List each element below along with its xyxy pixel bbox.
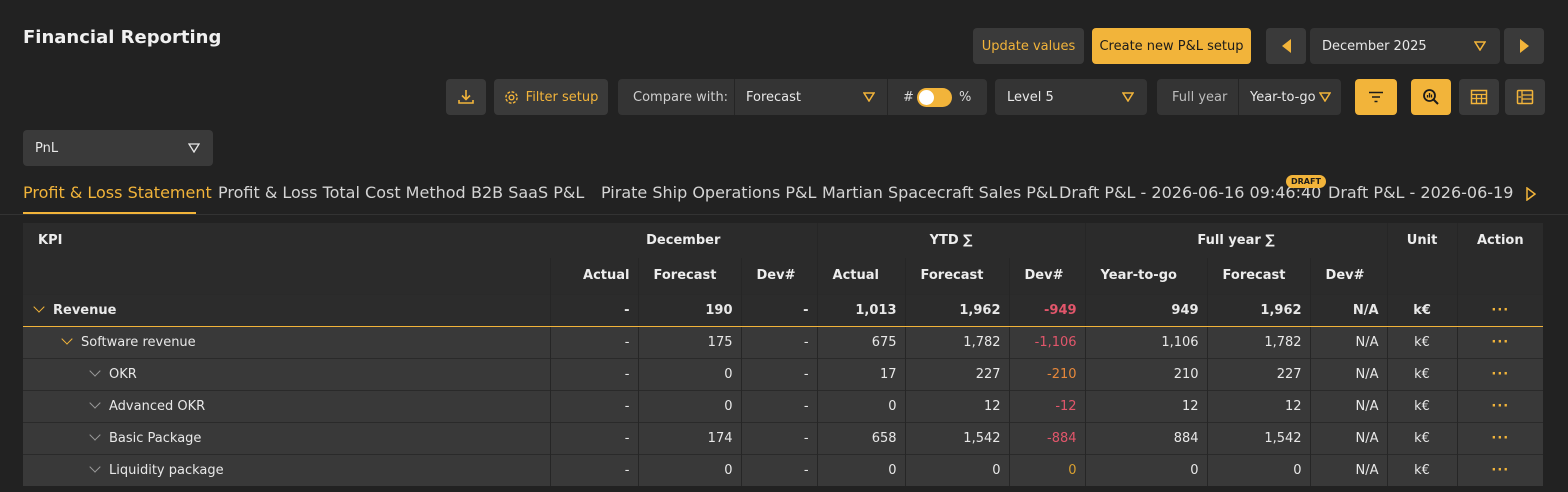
- gear-icon: [504, 90, 518, 104]
- tab-martian-spacecraft[interactable]: Martian Spacecraft Sales P&L: [822, 178, 1057, 208]
- chevron-down-icon[interactable]: [61, 332, 73, 345]
- row-label: Revenue: [53, 302, 117, 318]
- col-ytd-forecast[interactable]: Forecast: [904, 258, 1010, 294]
- prev-period-button[interactable]: [1266, 28, 1306, 64]
- table-row: Advanced OKR - 0 - 0 12 -12 12 12 N/A k€…: [23, 389, 1544, 422]
- col-dec-forecast[interactable]: Forecast: [637, 258, 741, 294]
- full-year-control: Full year Year-to-go: [1157, 79, 1341, 115]
- col-dec-actual[interactable]: Actual: [549, 258, 638, 294]
- level-select[interactable]: Level 5: [995, 79, 1147, 115]
- row-actions-icon[interactable]: ···: [1456, 453, 1544, 486]
- scroll-tabs-right-icon[interactable]: [1526, 187, 1536, 201]
- period-select[interactable]: December 2025: [1310, 28, 1500, 64]
- dropdown-triangle-icon: [1319, 92, 1331, 102]
- col-fy-dev[interactable]: Dev#: [1309, 258, 1388, 294]
- absolute-percent-toggle[interactable]: [917, 88, 952, 107]
- col-ytd-dev[interactable]: Dev#: [1008, 258, 1086, 294]
- row-label: Software revenue: [81, 334, 196, 350]
- next-period-button[interactable]: [1504, 28, 1544, 64]
- col-fy-year-to-go[interactable]: Year-to-go: [1084, 258, 1208, 294]
- download-icon: [458, 90, 474, 104]
- row-actions-icon[interactable]: ···: [1456, 357, 1544, 390]
- tab-draft-2026-06-16[interactable]: Draft P&L - 2026-06-16 09:46:40: [1059, 178, 1321, 208]
- chevron-down-icon[interactable]: [89, 461, 101, 473]
- row-actions-icon[interactable]: ···: [1456, 325, 1544, 358]
- tab-total-cost-method[interactable]: Profit & Loss Total Cost Method: [218, 178, 466, 208]
- tab-b2b-saas[interactable]: B2B SaaS P&L: [471, 178, 584, 208]
- row-label: Liquidity package: [109, 462, 224, 478]
- row-label: Basic Package: [109, 430, 202, 446]
- chevron-down-icon[interactable]: [89, 396, 101, 409]
- full-year-header: Full year ∑: [1084, 223, 1388, 258]
- download-button[interactable]: [446, 79, 486, 115]
- compare-select[interactable]: Forecast: [735, 79, 887, 115]
- december-header: December: [550, 223, 818, 258]
- caret-right-icon: [1519, 39, 1529, 53]
- row-actions-icon[interactable]: ···: [1456, 389, 1544, 422]
- create-pl-setup-button[interactable]: Create new P&L setup: [1092, 28, 1251, 64]
- chevron-down-icon[interactable]: [89, 428, 101, 441]
- table-row: Liquidity package - 0 - 0 0 0 0 0 N/A k€…: [23, 453, 1544, 486]
- unit-header: Unit: [1386, 223, 1458, 258]
- table-row: OKR - 0 - 17 227 -210 210 227 N/A k€ ···: [23, 357, 1544, 390]
- pnl-table: KPI December YTD ∑ Full year ∑ Unit Acti…: [23, 223, 1544, 486]
- compare-with-control: Compare with: Forecast # %: [618, 79, 987, 115]
- table-row: Software revenue - 175 - 675 1,782 -1,10…: [23, 325, 1544, 358]
- table-icon: [1470, 89, 1488, 105]
- tab-pirate-ship[interactable]: Pirate Ship Operations P&L: [601, 178, 816, 208]
- col-dec-dev[interactable]: Dev#: [740, 258, 818, 294]
- column-settings-icon: [1516, 89, 1534, 105]
- page-title: Financial Reporting: [23, 27, 222, 48]
- tabs-divider: [0, 214, 1568, 215]
- row-label: Advanced OKR: [109, 398, 206, 414]
- row-actions-icon[interactable]: ···: [1456, 293, 1544, 327]
- column-settings-button[interactable]: [1505, 79, 1545, 115]
- tab-draft-2026-06-19[interactable]: Draft P&L - 2026-06-19 1: [1328, 178, 1518, 208]
- dropdown-triangle-icon: [1474, 41, 1486, 51]
- table-row: Revenue - 190 - 1,013 1,962 -949 949 1,9…: [23, 293, 1544, 327]
- filter-lines-button[interactable]: [1355, 79, 1397, 115]
- toggle-knob: [919, 90, 934, 105]
- dropdown-triangle-icon: [1122, 92, 1134, 102]
- chevron-down-icon[interactable]: [89, 364, 101, 377]
- col-ytd-actual[interactable]: Actual: [816, 258, 906, 294]
- dropdown-triangle-icon: [188, 143, 200, 153]
- ytd-header: YTD ∑: [816, 223, 1086, 258]
- row-label: OKR: [109, 366, 137, 382]
- update-values-button[interactable]: Update values: [973, 28, 1084, 64]
- kpi-header: KPI: [23, 223, 550, 258]
- filter-lines-icon: [1369, 91, 1383, 103]
- action-header: Action: [1456, 223, 1544, 258]
- report-select[interactable]: PnL: [23, 130, 213, 166]
- chevron-down-icon[interactable]: [33, 300, 45, 313]
- year-mode-select[interactable]: Year-to-go: [1239, 79, 1341, 115]
- table-row: Basic Package - 174 - 658 1,542 -884 884…: [23, 421, 1544, 454]
- tab-profit-loss-statement[interactable]: Profit & Loss Statement: [23, 178, 212, 208]
- caret-left-icon: [1281, 39, 1291, 53]
- search-chart-icon: [1423, 89, 1439, 105]
- dropdown-triangle-icon: [863, 92, 875, 102]
- draft-badge: DRAFT: [1286, 175, 1326, 188]
- filter-setup-button[interactable]: Filter setup: [494, 79, 608, 115]
- row-actions-icon[interactable]: ···: [1456, 421, 1544, 454]
- report-tabs: Profit & Loss Statement Profit & Loss To…: [0, 175, 1568, 214]
- analyze-button[interactable]: [1411, 79, 1451, 115]
- table-view-button[interactable]: [1459, 79, 1499, 115]
- col-fy-forecast[interactable]: Forecast: [1206, 258, 1311, 294]
